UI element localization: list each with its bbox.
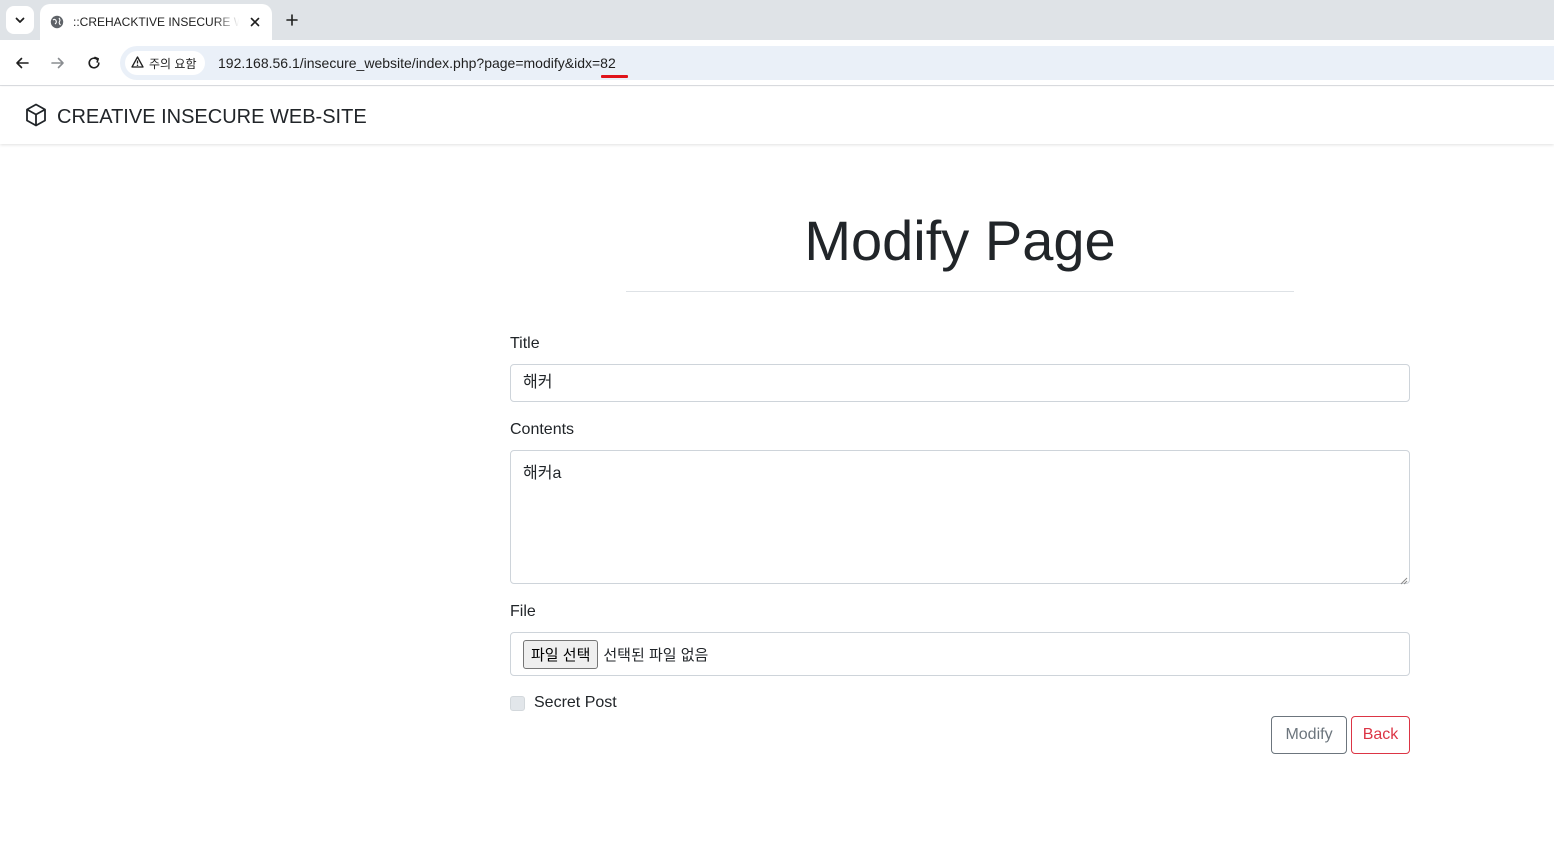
title-label: Title xyxy=(510,335,540,352)
warning-icon xyxy=(131,55,144,71)
address-bar[interactable]: 주의 요함 192.168.56.1/insecure_website/inde… xyxy=(120,46,1554,80)
contents-textarea[interactable]: 해커a xyxy=(510,450,1410,585)
security-chip[interactable]: 주의 요함 xyxy=(125,51,205,75)
page-title: Modify Page xyxy=(804,209,1116,272)
file-label: File xyxy=(510,603,536,620)
contents-text: 해커a xyxy=(523,465,562,482)
reload-icon[interactable] xyxy=(82,51,106,75)
file-input: 파일 선택 선택된 파일 없음 xyxy=(510,632,1410,676)
heading-divider xyxy=(626,291,1294,292)
brand-link[interactable]: CREATIVE INSECURE WEB-SITE xyxy=(25,103,367,132)
browser-toolbar: 주의 요함 192.168.56.1/insecure_website/inde… xyxy=(0,40,1554,86)
close-icon[interactable] xyxy=(246,13,264,31)
tab-title: ::CREHACKTIVE INSECURE WEB-SITE:: xyxy=(73,15,239,29)
plus-icon[interactable] xyxy=(280,8,304,32)
modify-button[interactable]: Modify xyxy=(1271,716,1347,754)
resize-handle-icon[interactable] xyxy=(1398,572,1408,585)
forward-arrow-icon[interactable] xyxy=(46,51,70,75)
back-arrow-icon[interactable] xyxy=(10,51,34,75)
back-button[interactable]: Back xyxy=(1351,716,1410,754)
url-highlight-underline xyxy=(601,75,628,78)
contents-label: Contents xyxy=(510,421,575,438)
browser-tab[interactable]: ::CREHACKTIVE INSECURE WEB-SITE:: xyxy=(40,4,272,40)
choose-file-button[interactable]: 파일 선택 xyxy=(523,639,599,669)
url-text[interactable]: 192.168.56.1/insecure_website/index.php?… xyxy=(218,55,616,71)
brand-title: CREATIVE INSECURE WEB-SITE xyxy=(57,106,367,128)
globe-icon xyxy=(49,14,65,30)
box-icon xyxy=(25,103,47,132)
site-navbar: CREATIVE INSECURE WEB-SITE xyxy=(0,87,1554,144)
security-label: 주의 요함 xyxy=(149,56,197,71)
secret-post-row: Secret Post xyxy=(510,694,617,712)
browser-tabstrip: ::CREHACKTIVE INSECURE WEB-SITE:: xyxy=(0,0,1554,40)
secret-post-checkbox[interactable] xyxy=(510,695,525,711)
title-input[interactable]: 해커 xyxy=(510,364,1410,402)
secret-post-label[interactable]: Secret Post xyxy=(534,694,617,712)
tab-list-icon[interactable] xyxy=(6,6,34,34)
file-status: 선택된 파일 없음 xyxy=(603,646,709,664)
